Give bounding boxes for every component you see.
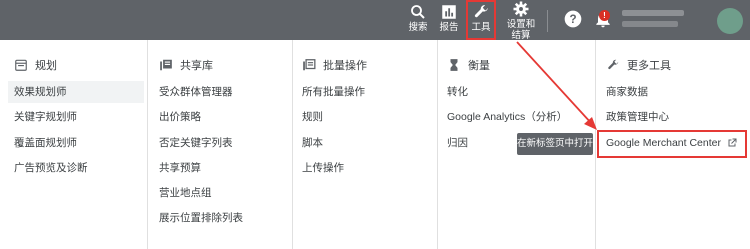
notification-badge: ! [599,10,610,21]
tools-label: 工具 [471,22,491,33]
column-header-shared-library: 共享库 [159,57,213,73]
menu-item-placement-exclusion-lists[interactable]: 展示位置排除列表 [159,207,243,229]
account-info-blurred[interactable] [622,8,716,32]
search-icon [411,5,425,19]
merchant-center-highlight-box [597,130,747,158]
svg-text:?: ? [569,13,576,26]
menu-item-keyword-planner[interactable]: 关键字规划师 [14,106,77,128]
menu-item-google-analytics[interactable]: Google Analytics（分析） [447,106,567,128]
wrench-icon [608,59,619,70]
menu-item-audience-manager[interactable]: 受众群体管理器 [159,81,233,103]
help-icon[interactable]: ? [563,9,583,29]
column-title: 规划 [35,60,57,72]
menu-item-shared-budgets[interactable]: 共享预算 [159,157,201,179]
wrench-icon [474,5,488,18]
menu-item-rules[interactable]: 规则 [302,106,323,128]
menu-item-ad-preview-diagnosis[interactable]: 广告预览及诊断 [14,157,88,179]
reports-button[interactable]: 报告 [437,0,461,40]
column-title: 更多工具 [627,60,671,72]
hourglass-icon [450,59,458,71]
menu-item-bid-strategies[interactable]: 出价策略 [159,106,201,128]
column-divider [595,40,596,249]
calendar-icon [15,59,27,71]
top-navigation-bar: 搜索 报告 工具 设置和 结算 ? ! [0,0,750,41]
reports-label: 报告 [439,22,459,33]
column-divider [147,40,148,249]
account-email-blurred [622,21,678,27]
avatar[interactable] [717,8,743,34]
settings-label-line1: 设置和 [506,19,536,30]
menu-item-all-bulk-actions[interactable]: 所有批量操作 [302,81,365,103]
menu-item-performance-planner[interactable]: 效果规划师 [8,81,144,103]
account-name-blurred [622,10,684,16]
column-header-measurement: 衡量 [447,57,490,73]
column-title: 共享库 [180,60,213,72]
library-icon [160,59,172,71]
column-title: 衡量 [468,60,490,72]
toolbar-divider [547,10,548,32]
column-header-more-tools: 更多工具 [606,57,671,73]
menu-item-business-data[interactable]: 商家数据 [606,81,648,103]
menu-item-reach-planner[interactable]: 覆盖面规划师 [14,132,77,154]
column-header-bulk-actions: 批量操作 [302,57,367,73]
column-planning: 规划 效果规划师 关键字规划师 覆盖面规划师 广告预览及诊断 [8,40,144,249]
bulk-actions-icon [303,59,316,71]
menu-item-policy-manager[interactable]: 政策管理中心 [606,106,669,128]
menu-item-conversions[interactable]: 转化 [447,81,468,103]
column-divider [437,40,438,249]
settings-billing-button[interactable]: 设置和 结算 [505,0,537,41]
column-header-planning: 规划 [14,57,57,73]
gear-icon [513,1,529,17]
column-title: 批量操作 [323,60,367,72]
column-divider [292,40,293,249]
search-button[interactable]: 搜索 [406,0,430,40]
open-in-new-tab-tooltip: 在新标签页中打开 [517,133,593,155]
menu-item-negative-keyword-lists[interactable]: 否定关键字列表 [159,132,233,154]
menu-item-attribution[interactable]: 归因 [447,132,468,154]
menu-item-scripts[interactable]: 脚本 [302,132,323,154]
bar-chart-icon [442,5,456,19]
menu-item-location-groups[interactable]: 营业地点组 [159,182,212,204]
menu-item-uploads[interactable]: 上传操作 [302,157,344,179]
notifications-button[interactable]: ! [593,9,613,29]
column-bulk-actions: 批量操作 所有批量操作 规则 脚本 上传操作 [302,40,432,249]
tools-button[interactable]: 工具 [466,0,496,40]
column-shared-library: 共享库 受众群体管理器 出价策略 否定关键字列表 共享预算 营业地点组 展示位置… [159,40,289,249]
search-label: 搜索 [408,22,428,33]
